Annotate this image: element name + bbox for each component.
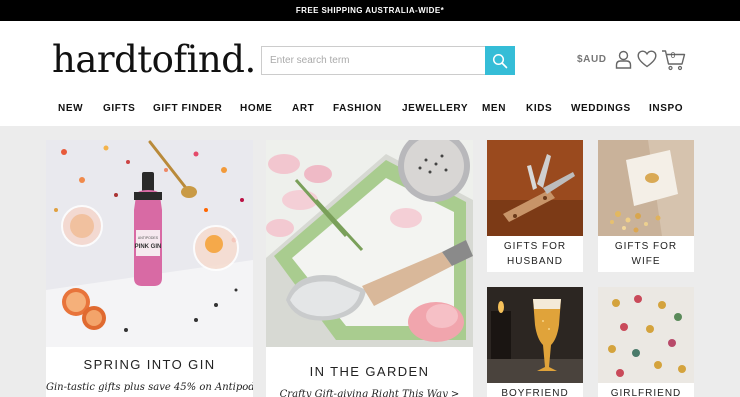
tile-label-line1: BOYFRIEND [501,388,569,397]
promo-text: FREE SHIPPING AUSTRALIA-WIDE* [295,6,445,15]
search-icon [492,53,508,68]
tile-label-line1: GIFTS FOR [503,241,567,252]
search-input[interactable] [262,47,486,74]
tile-girlfriend[interactable]: GIRLFRIEND [598,287,694,397]
nav-item-fashion[interactable]: FASHION [333,97,382,121]
nav-item-men[interactable]: MEN [482,97,506,121]
nav-item-jewellery[interactable]: JEWELLERY [402,97,468,121]
nav-item-art[interactable]: ART [292,97,314,121]
hero-title: SPRING INTO GIN [83,357,216,372]
tile-label-line1: GIRLFRIEND [610,388,682,397]
nav-item-gift-finder[interactable]: GIFT FINDER [153,97,222,121]
garden-hero-image [266,140,473,347]
nav-item-inspo[interactable]: INSPO [649,97,683,121]
nav-item-new[interactable]: NEW [58,97,83,121]
hero-subtitle: Crafty Gift-giving Right This Way > [279,389,460,397]
promo-bar[interactable]: FREE SHIPPING AUSTRALIA-WIDE* [0,0,740,21]
tile-label-line2: WIFE [631,256,661,267]
tile-label-line1: GIFTS FOR [614,241,678,252]
husband-tile-image [487,140,583,236]
tile-boyfriend[interactable]: BOYFRIEND [487,287,583,397]
nav-item-gifts[interactable]: GIFTS [103,97,135,121]
account-button[interactable] [615,50,632,74]
heart-icon [637,50,657,68]
bottle-brand-label: ANTIPODES [138,236,159,240]
nav-item-weddings[interactable]: WEDDINGS [571,97,631,121]
gin-hero-image: ANTIPODES PINK GIN [46,140,253,347]
currency-selector[interactable]: $AUD [577,54,607,65]
bottle-name-label: PINK GIN [135,244,162,250]
tile-gifts-for-wife[interactable]: GIFTS FOR WIFE [598,140,694,272]
search-bar [261,46,515,75]
tile-label-line2: HUSBAND [507,256,563,267]
nav-item-kids[interactable]: KIDS [526,97,552,121]
wishlist-button[interactable] [637,50,657,73]
nav-item-home[interactable]: HOME [240,97,272,121]
main-nav: NEW GIFTS GIFT FINDER HOME ART FASHION J… [0,97,740,121]
tile-gifts-for-husband[interactable]: GIFTS FOR HUSBAND [487,140,583,272]
boyfriend-tile-image [487,287,583,383]
hero-card-gin[interactable]: ANTIPODES PINK GIN SPRING INTO GIN Gin-t… [46,140,253,397]
hero-title: IN THE GARDEN [309,364,430,379]
hero-card-garden[interactable]: IN THE GARDEN Crafty Gift-giving Right T… [266,140,473,397]
girlfriend-tile-image [598,287,694,383]
hero-subtitle: Gin-tastic gifts plus save 45% on Antipo… [46,382,253,393]
logo[interactable]: hardtofind. [52,38,256,82]
user-icon [615,50,632,69]
cart-count: 0 [670,51,676,60]
wife-tile-image [598,140,694,236]
search-button[interactable] [485,46,515,75]
